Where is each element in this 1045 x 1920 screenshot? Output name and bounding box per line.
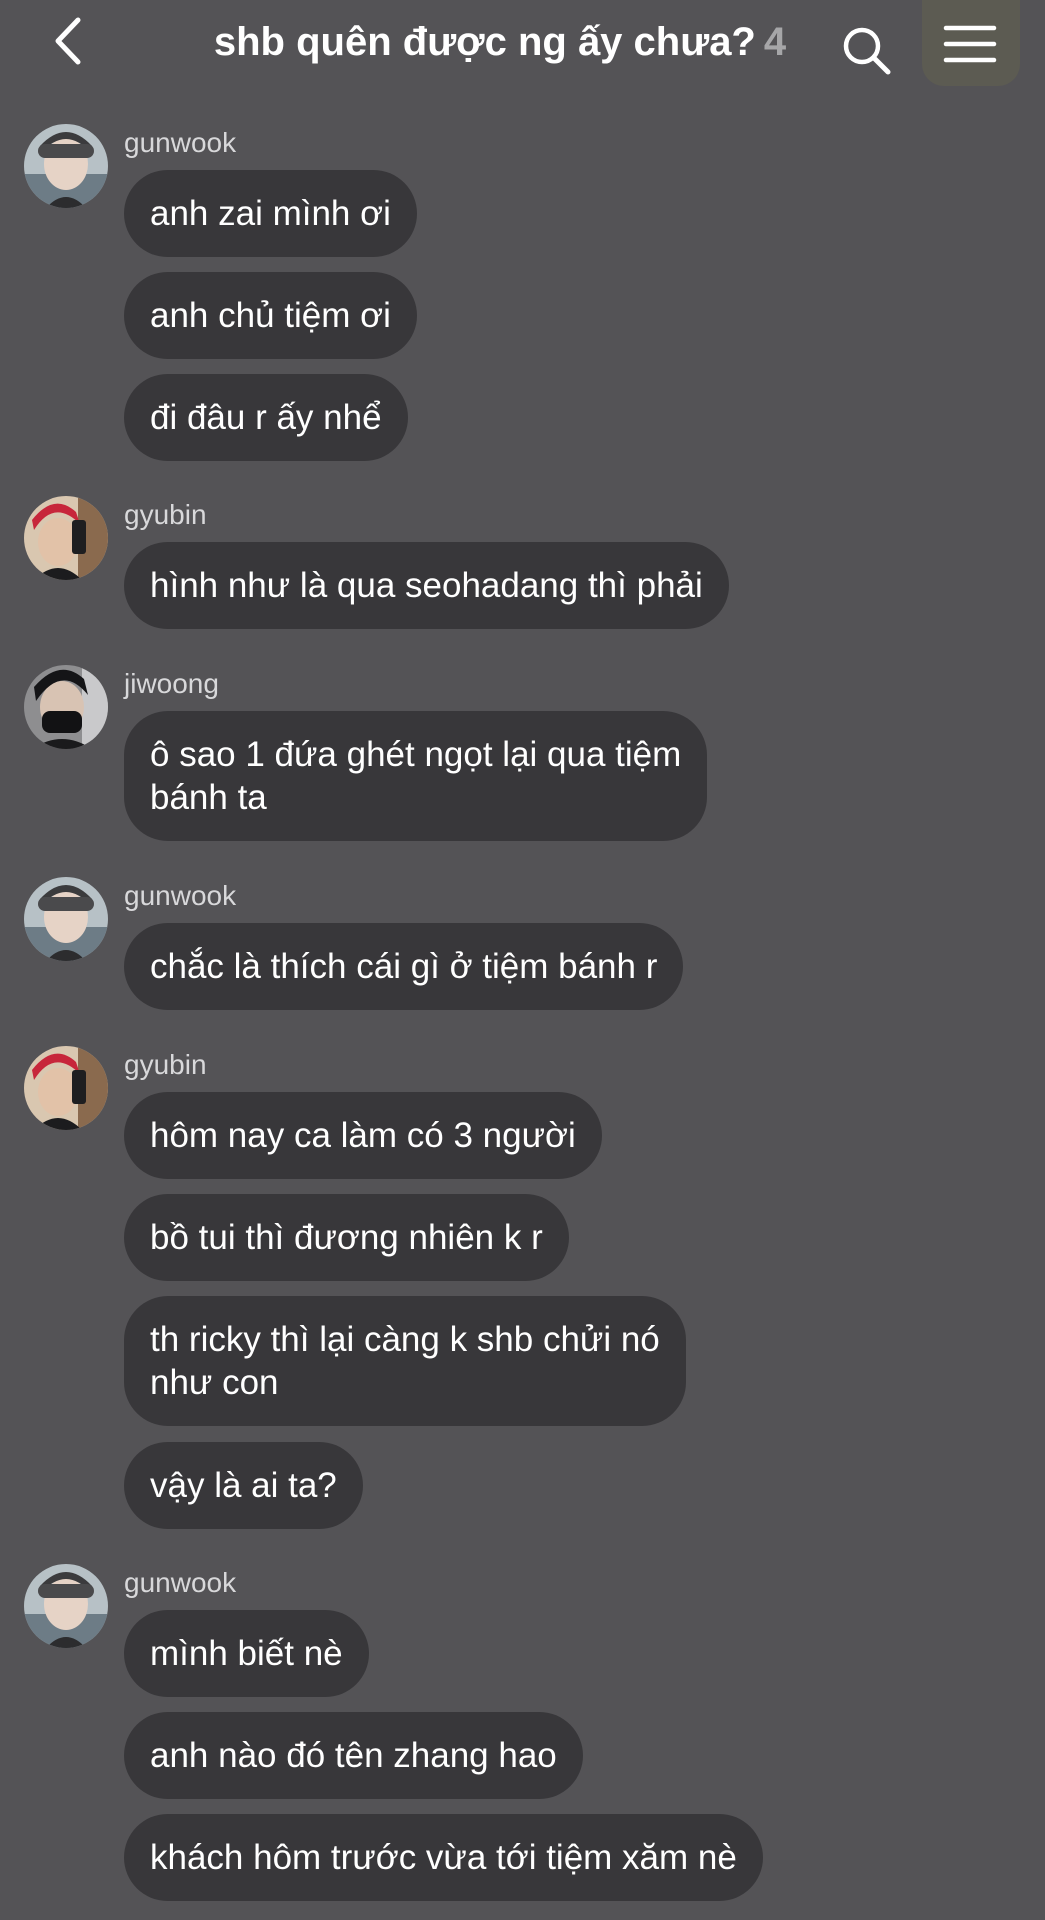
sender-name: gyubin	[124, 1049, 207, 1080]
back-button[interactable]	[48, 14, 96, 68]
avatar-photo-icon	[24, 1564, 108, 1648]
avatar-photo-icon	[24, 496, 108, 580]
sender-name: jiwoong	[124, 668, 219, 699]
avatar-gunwook[interactable]	[24, 1564, 108, 1648]
chat-header: shb quên được ng ấy chưa? 4	[0, 0, 1045, 92]
message-bubble[interactable]: ô sao 1 đứa ghét ngọt lại qua tiệm bánh …	[124, 711, 708, 841]
member-count: 4	[763, 20, 787, 64]
message-bubble[interactable]: chắc là thích cái gì ở tiệm bánh r	[124, 923, 684, 1010]
message-bubble[interactable]: mình biết nè	[124, 1610, 369, 1697]
chat-title: shb quên được ng ấy chưa? 4	[150, 16, 850, 68]
hamburger-menu-icon	[943, 25, 997, 63]
chat-screen: shb quên được ng ấy chưa? 4 gunwook anh …	[0, 0, 1045, 1920]
sender-name: gunwook	[124, 1567, 237, 1598]
search-button[interactable]	[840, 24, 894, 78]
message-bubble[interactable]: bồ tui thì đương nhiên k r	[124, 1194, 569, 1281]
message-bubble[interactable]: hình như là qua seohadang thì phải	[124, 542, 729, 629]
sender-name: gyubin	[124, 499, 207, 530]
message-bubble[interactable]: khách hôm trước vừa tới tiệm xăm nè	[124, 1814, 763, 1901]
chat-title-text: shb quên được ng ấy chưa?	[213, 20, 756, 64]
sender-name: gunwook	[124, 880, 237, 911]
chevron-left-icon	[55, 17, 81, 65]
avatar-photo-icon	[24, 1046, 108, 1130]
avatar-photo-icon	[24, 877, 108, 961]
message-bubble[interactable]: th ricky thì lại càng k shb chửi nó như …	[124, 1296, 686, 1426]
sender-name: gunwook	[124, 127, 237, 158]
message-bubble[interactable]: anh zai mình ơi	[124, 170, 417, 257]
avatar-gyubin[interactable]	[24, 496, 108, 580]
message-bubble[interactable]: hôm nay ca làm có 3 người	[124, 1092, 602, 1179]
message-bubble[interactable]: anh nào đó tên zhang hao	[124, 1712, 583, 1799]
message-bubble[interactable]: anh chủ tiệm ơi	[124, 272, 417, 359]
message-bubble[interactable]: vậy là ai ta?	[124, 1442, 363, 1529]
avatar-gunwook[interactable]	[24, 877, 108, 961]
avatar-photo-icon	[24, 124, 108, 208]
menu-button[interactable]	[922, 0, 1020, 86]
avatar-gunwook[interactable]	[24, 124, 108, 208]
avatar-gyubin[interactable]	[24, 1046, 108, 1130]
avatar-jiwoong[interactable]	[24, 665, 108, 749]
search-icon	[843, 27, 891, 75]
avatar-photo-icon	[24, 665, 108, 749]
message-bubble[interactable]: đi đâu r ấy nhể	[124, 374, 408, 461]
